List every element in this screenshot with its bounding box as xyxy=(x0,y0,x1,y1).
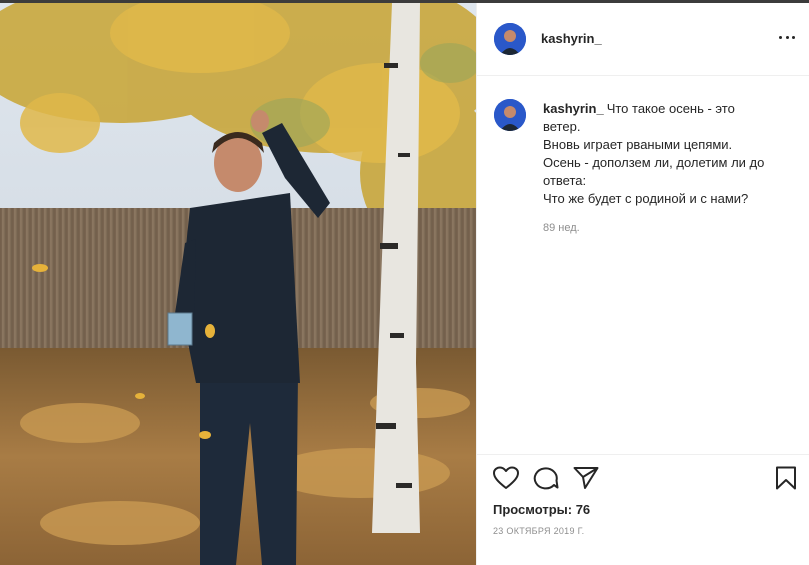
instagram-post-window: kashyrin_ kashyrin_ Что такое осень - это… xyxy=(0,0,809,565)
post-caption: kashyrin_ Что такое осень - это ветер. Вн… xyxy=(543,100,793,208)
caption-text-line: Вновь играет рваными цепями. xyxy=(543,137,733,152)
caption-text-line: Что такое осень - это xyxy=(606,101,735,116)
caption-text-line: Что же будет с родиной и с нами? xyxy=(543,191,749,206)
share-button[interactable] xyxy=(573,466,599,490)
heart-icon xyxy=(493,466,519,489)
header-username[interactable]: kashyrin_ xyxy=(541,31,602,46)
post-header: kashyrin_ xyxy=(477,3,809,76)
caption-avatar[interactable] xyxy=(494,99,526,131)
paper-plane-icon xyxy=(573,467,599,489)
post-photo-image xyxy=(0,3,476,565)
post-date[interactable]: 23 ОКТЯБРЯ 2019 Г. xyxy=(493,526,584,536)
caption-text-line: ответа: xyxy=(543,173,587,188)
more-options-dot xyxy=(785,35,789,39)
caption-text-line: Осень - доползем ли, долетим ли до xyxy=(543,155,765,170)
more-options-dot xyxy=(792,35,795,39)
post-actions-footer: Просмотры: 76 23 ОКТЯБРЯ 2019 Г. xyxy=(477,454,809,565)
post-age[interactable]: 89 нед. xyxy=(543,222,580,234)
save-button[interactable] xyxy=(775,466,797,490)
caption-username[interactable]: kashyrin_ xyxy=(543,101,604,116)
caption-text-line: ветер. xyxy=(543,119,581,134)
speech-bubble-icon xyxy=(533,467,559,490)
bookmark-icon xyxy=(776,466,796,490)
post-side-panel: kashyrin_ kashyrin_ Что такое осень - это… xyxy=(476,3,809,565)
like-button[interactable] xyxy=(493,466,519,490)
caption-first-line: kashyrin_ Что такое осень - это xyxy=(543,100,793,118)
more-options-icon xyxy=(779,35,782,39)
post-photo[interactable] xyxy=(0,3,476,565)
avatar[interactable] xyxy=(494,23,526,55)
more-options-button[interactable] xyxy=(779,29,795,45)
views-count[interactable]: Просмотры: 76 xyxy=(493,502,590,517)
comment-button[interactable] xyxy=(533,466,559,490)
